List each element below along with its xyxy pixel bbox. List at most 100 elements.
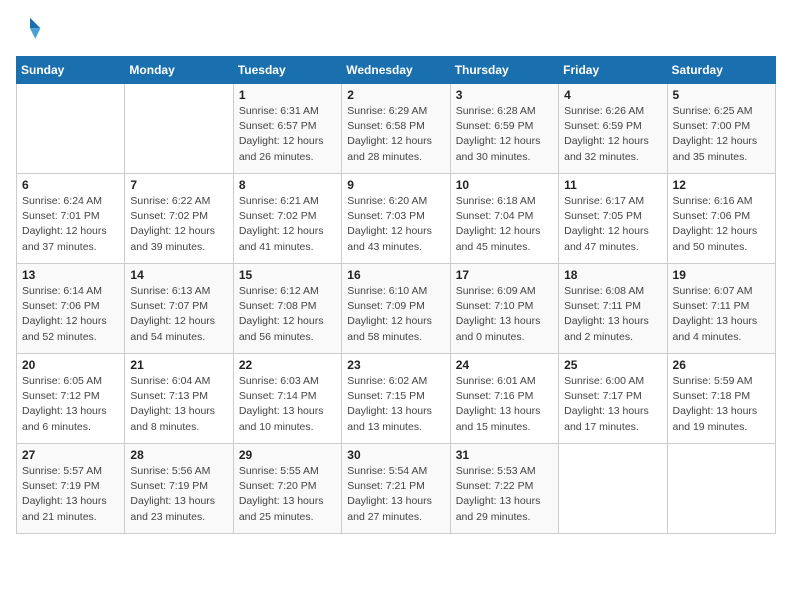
day-number: 1 xyxy=(239,88,336,102)
calendar-cell: 27 Sunrise: 5:57 AM Sunset: 7:19 PM Dayli… xyxy=(17,444,125,534)
day-info: Sunrise: 6:28 AM Sunset: 6:59 PM Dayligh… xyxy=(456,104,553,165)
page-header xyxy=(16,16,776,44)
calendar-cell: 17 Sunrise: 6:09 AM Sunset: 7:10 PM Dayli… xyxy=(450,264,558,354)
calendar-cell: 23 Sunrise: 6:02 AM Sunset: 7:15 PM Dayli… xyxy=(342,354,450,444)
day-number: 30 xyxy=(347,448,444,462)
day-number: 20 xyxy=(22,358,119,372)
weekday-header-row: SundayMondayTuesdayWednesdayThursdayFrid… xyxy=(17,57,776,84)
day-info: Sunrise: 6:20 AM Sunset: 7:03 PM Dayligh… xyxy=(347,194,444,255)
calendar-cell: 19 Sunrise: 6:07 AM Sunset: 7:11 PM Dayli… xyxy=(667,264,775,354)
weekday-header-wednesday: Wednesday xyxy=(342,57,450,84)
day-info: Sunrise: 6:22 AM Sunset: 7:02 PM Dayligh… xyxy=(130,194,227,255)
logo-icon xyxy=(16,16,44,44)
day-number: 19 xyxy=(673,268,770,282)
calendar-table: SundayMondayTuesdayWednesdayThursdayFrid… xyxy=(16,56,776,534)
calendar-cell: 13 Sunrise: 6:14 AM Sunset: 7:06 PM Dayli… xyxy=(17,264,125,354)
calendar-week-3: 13 Sunrise: 6:14 AM Sunset: 7:06 PM Dayli… xyxy=(17,264,776,354)
day-info: Sunrise: 6:29 AM Sunset: 6:58 PM Dayligh… xyxy=(347,104,444,165)
weekday-header-friday: Friday xyxy=(559,57,667,84)
calendar-cell: 22Sunrise: 6:03 AM Sunset: 7:14 PM Dayli… xyxy=(233,354,341,444)
calendar-cell: 15 Sunrise: 6:12 AM Sunset: 7:08 PM Dayli… xyxy=(233,264,341,354)
day-number: 13 xyxy=(22,268,119,282)
weekday-header-saturday: Saturday xyxy=(667,57,775,84)
day-info: Sunrise: 5:55 AM Sunset: 7:20 PM Dayligh… xyxy=(239,464,336,525)
day-number: 9 xyxy=(347,178,444,192)
weekday-header-monday: Monday xyxy=(125,57,233,84)
calendar-cell: 8 Sunrise: 6:21 AM Sunset: 7:02 PM Daylig… xyxy=(233,174,341,264)
logo xyxy=(16,16,50,44)
day-info: Sunrise: 6:05 AM Sunset: 7:12 PM Dayligh… xyxy=(22,374,119,435)
day-info: Sunrise: 6:21 AM Sunset: 7:02 PM Dayligh… xyxy=(239,194,336,255)
calendar-cell: 10Sunrise: 6:18 AM Sunset: 7:04 PM Dayli… xyxy=(450,174,558,264)
calendar-cell xyxy=(559,444,667,534)
calendar-cell: 29 Sunrise: 5:55 AM Sunset: 7:20 PM Dayli… xyxy=(233,444,341,534)
calendar-cell: 11 Sunrise: 6:17 AM Sunset: 7:05 PM Dayli… xyxy=(559,174,667,264)
calendar-cell: 20 Sunrise: 6:05 AM Sunset: 7:12 PM Dayli… xyxy=(17,354,125,444)
day-info: Sunrise: 6:01 AM Sunset: 7:16 PM Dayligh… xyxy=(456,374,553,435)
calendar-cell: 31 Sunrise: 5:53 AM Sunset: 7:22 PM Dayli… xyxy=(450,444,558,534)
day-number: 11 xyxy=(564,178,661,192)
day-info: Sunrise: 5:57 AM Sunset: 7:19 PM Dayligh… xyxy=(22,464,119,525)
calendar-cell: 2Sunrise: 6:29 AM Sunset: 6:58 PM Daylig… xyxy=(342,84,450,174)
day-number: 26 xyxy=(673,358,770,372)
day-number: 10 xyxy=(456,178,553,192)
day-info: Sunrise: 5:56 AM Sunset: 7:19 PM Dayligh… xyxy=(130,464,227,525)
day-number: 8 xyxy=(239,178,336,192)
calendar-cell: 25 Sunrise: 6:00 AM Sunset: 7:17 PM Dayli… xyxy=(559,354,667,444)
day-info: Sunrise: 6:16 AM Sunset: 7:06 PM Dayligh… xyxy=(673,194,770,255)
calendar-cell xyxy=(667,444,775,534)
day-number: 6 xyxy=(22,178,119,192)
calendar-cell: 7 Sunrise: 6:22 AM Sunset: 7:02 PM Daylig… xyxy=(125,174,233,264)
day-info: Sunrise: 6:26 AM Sunset: 6:59 PM Dayligh… xyxy=(564,104,661,165)
day-info: Sunrise: 6:31 AM Sunset: 6:57 PM Dayligh… xyxy=(239,104,336,165)
day-info: Sunrise: 6:04 AM Sunset: 7:13 PM Dayligh… xyxy=(130,374,227,435)
day-info: Sunrise: 6:14 AM Sunset: 7:06 PM Dayligh… xyxy=(22,284,119,345)
day-info: Sunrise: 6:08 AM Sunset: 7:11 PM Dayligh… xyxy=(564,284,661,345)
calendar-header: SundayMondayTuesdayWednesdayThursdayFrid… xyxy=(17,57,776,84)
day-number: 28 xyxy=(130,448,227,462)
day-number: 24 xyxy=(456,358,553,372)
day-info: Sunrise: 6:02 AM Sunset: 7:15 PM Dayligh… xyxy=(347,374,444,435)
day-number: 16 xyxy=(347,268,444,282)
day-info: Sunrise: 5:53 AM Sunset: 7:22 PM Dayligh… xyxy=(456,464,553,525)
day-number: 4 xyxy=(564,88,661,102)
day-info: Sunrise: 6:13 AM Sunset: 7:07 PM Dayligh… xyxy=(130,284,227,345)
day-info: Sunrise: 6:07 AM Sunset: 7:11 PM Dayligh… xyxy=(673,284,770,345)
calendar-cell: 12 Sunrise: 6:16 AM Sunset: 7:06 PM Dayli… xyxy=(667,174,775,264)
calendar-cell: 4 Sunrise: 6:26 AM Sunset: 6:59 PM Daylig… xyxy=(559,84,667,174)
calendar-cell: 9 Sunrise: 6:20 AM Sunset: 7:03 PM Daylig… xyxy=(342,174,450,264)
day-number: 31 xyxy=(456,448,553,462)
weekday-header-tuesday: Tuesday xyxy=(233,57,341,84)
calendar-cell: 24 Sunrise: 6:01 AM Sunset: 7:16 PM Dayli… xyxy=(450,354,558,444)
weekday-header-sunday: Sunday xyxy=(17,57,125,84)
day-info: Sunrise: 6:00 AM Sunset: 7:17 PM Dayligh… xyxy=(564,374,661,435)
day-info: Sunrise: 6:09 AM Sunset: 7:10 PM Dayligh… xyxy=(456,284,553,345)
day-number: 23 xyxy=(347,358,444,372)
calendar-cell: 28 Sunrise: 5:56 AM Sunset: 7:19 PM Dayli… xyxy=(125,444,233,534)
day-info: Sunrise: 6:12 AM Sunset: 7:08 PM Dayligh… xyxy=(239,284,336,345)
weekday-header-thursday: Thursday xyxy=(450,57,558,84)
calendar-cell xyxy=(125,84,233,174)
calendar-week-2: 6Sunrise: 6:24 AM Sunset: 7:01 PM Daylig… xyxy=(17,174,776,264)
day-number: 7 xyxy=(130,178,227,192)
day-number: 25 xyxy=(564,358,661,372)
calendar-cell: 5Sunrise: 6:25 AM Sunset: 7:00 PM Daylig… xyxy=(667,84,775,174)
day-info: Sunrise: 6:10 AM Sunset: 7:09 PM Dayligh… xyxy=(347,284,444,345)
day-number: 14 xyxy=(130,268,227,282)
day-number: 15 xyxy=(239,268,336,282)
day-number: 27 xyxy=(22,448,119,462)
day-number: 12 xyxy=(673,178,770,192)
day-info: Sunrise: 6:25 AM Sunset: 7:00 PM Dayligh… xyxy=(673,104,770,165)
day-info: Sunrise: 6:17 AM Sunset: 7:05 PM Dayligh… xyxy=(564,194,661,255)
day-info: Sunrise: 5:59 AM Sunset: 7:18 PM Dayligh… xyxy=(673,374,770,435)
calendar-week-1: 1 Sunrise: 6:31 AM Sunset: 6:57 PM Daylig… xyxy=(17,84,776,174)
day-number: 22 xyxy=(239,358,336,372)
day-info: Sunrise: 5:54 AM Sunset: 7:21 PM Dayligh… xyxy=(347,464,444,525)
day-number: 18 xyxy=(564,268,661,282)
calendar-cell xyxy=(17,84,125,174)
calendar-cell: 6Sunrise: 6:24 AM Sunset: 7:01 PM Daylig… xyxy=(17,174,125,264)
day-number: 29 xyxy=(239,448,336,462)
day-number: 17 xyxy=(456,268,553,282)
calendar-cell: 16 Sunrise: 6:10 AM Sunset: 7:09 PM Dayli… xyxy=(342,264,450,354)
calendar-cell: 18 Sunrise: 6:08 AM Sunset: 7:11 PM Dayli… xyxy=(559,264,667,354)
